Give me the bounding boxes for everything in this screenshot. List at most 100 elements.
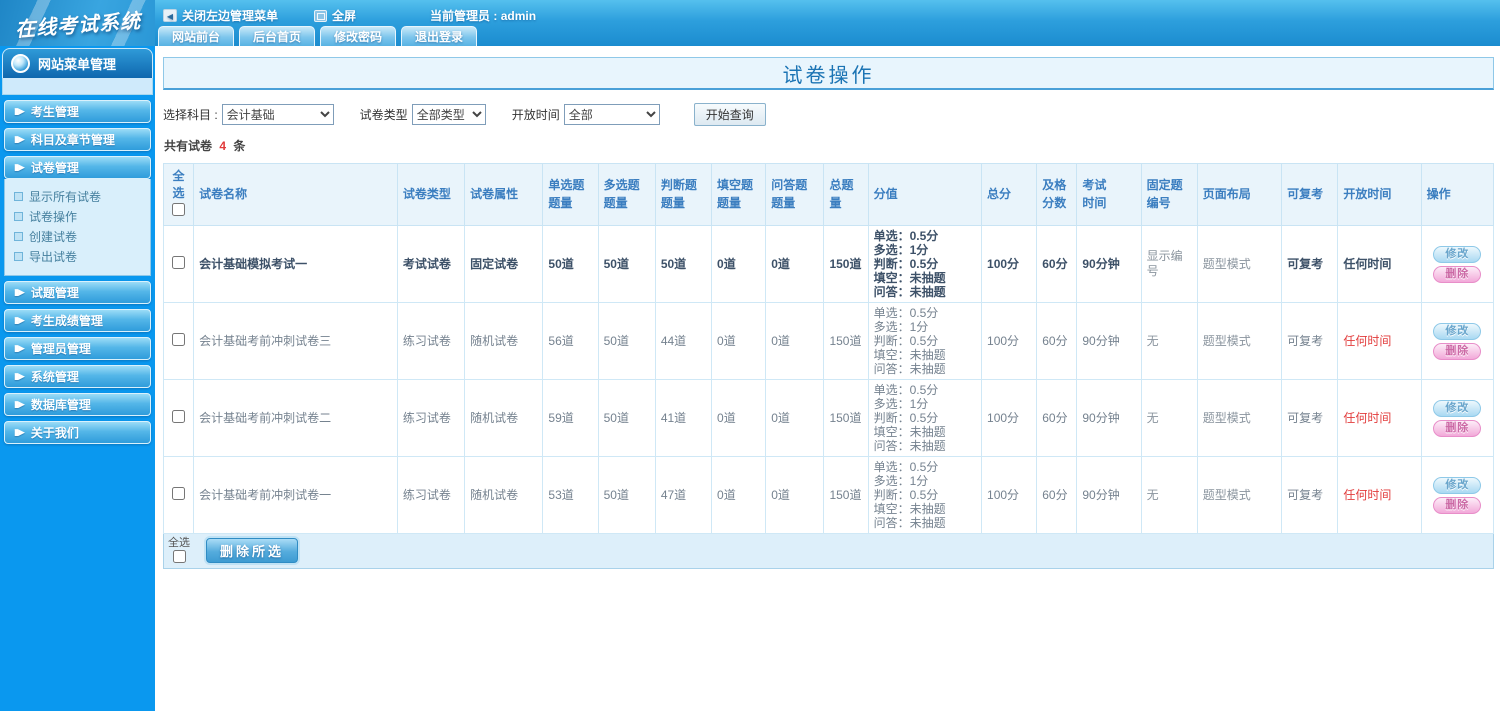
col-header-0: 全选	[162, 162, 195, 227]
paper-type-select[interactable]: 全部类型	[411, 104, 486, 125]
paper-multi: 50道	[597, 302, 656, 381]
query-button[interactable]: 开始查询	[693, 103, 766, 126]
current-admin-label: 当前管理员 : admin	[430, 9, 537, 23]
sidebar-item-8[interactable]: ▮▶ 关于我们	[4, 421, 151, 444]
select-all-checkbox[interactable]	[172, 202, 186, 216]
delete-button[interactable]: 删除	[1433, 342, 1482, 360]
col-header-17: 开放时间	[1337, 162, 1422, 227]
pass-score: 60分	[1036, 379, 1078, 458]
actions-cell: 修改 删除	[1420, 225, 1495, 304]
delete-button[interactable]: 删除	[1433, 419, 1482, 437]
retake: 可复考	[1281, 302, 1339, 381]
paper-single: 59道	[542, 379, 599, 458]
score-breakdown: 单选：0.5分 多选：1分 判断：0.5分 填空：未抽题 问答：未抽题	[867, 379, 983, 458]
paper-qa: 0道	[765, 379, 825, 458]
menu-arrow-icon: ▮▶	[14, 343, 25, 353]
total-score: 100分	[981, 379, 1038, 458]
row-checkbox[interactable]	[172, 409, 186, 423]
delete-selected-button[interactable]: 删除所选	[206, 537, 299, 563]
fullscreen-label: 全屏	[332, 9, 357, 23]
edit-button[interactable]: 修改	[1433, 322, 1482, 340]
paper-multi: 50道	[597, 225, 656, 304]
paper-type: 练习试卷	[396, 456, 466, 535]
row-checkbox[interactable]	[172, 332, 186, 346]
edit-button[interactable]: 修改	[1433, 476, 1482, 494]
sidebar-item-label: 科目及章节管理	[30, 133, 115, 147]
row-checkbox-cell	[162, 379, 195, 458]
paper-single: 56道	[542, 302, 599, 381]
nav-tab-3[interactable]: 退出登录	[401, 26, 478, 46]
fullscreen-link[interactable]: 全屏	[314, 7, 356, 24]
open-time-select[interactable]: 全部	[563, 104, 660, 125]
nav-tabs: 网站前台 后台首页 修改密码 退出登录	[158, 26, 478, 46]
actions-cell: 修改 删除	[1420, 379, 1495, 458]
bullet-square-icon	[14, 251, 23, 261]
submenu-item[interactable]: 导出试卷	[14, 246, 146, 266]
nav-tab-1[interactable]: 后台首页	[239, 26, 316, 46]
sidebar-item-label: 试题管理	[30, 286, 79, 300]
edit-button[interactable]: 修改	[1433, 399, 1482, 417]
select-all-header-label: 全选	[172, 169, 185, 201]
menu-arrow-icon: ▮▶	[14, 371, 25, 381]
paper-qa: 0道	[765, 302, 825, 381]
summary-count: 4	[219, 139, 227, 153]
subject-select[interactable]: 会计基础	[221, 104, 334, 125]
paper-type: 练习试卷	[396, 302, 466, 381]
sidebar-item-4[interactable]: ▮▶ 考生成绩管理	[4, 309, 151, 332]
page-layout: 题型模式	[1196, 456, 1283, 535]
fixed-number: 无	[1140, 456, 1198, 535]
menu-arrow-icon: ▮▶	[14, 106, 25, 116]
paper-total: 150道	[823, 302, 869, 381]
col-header-5: 多选题 题量	[597, 162, 656, 227]
col-header-8: 问答题 题量	[765, 162, 825, 227]
paper-judge: 41道	[654, 379, 713, 458]
app: 在线考试系统 ◀ 关闭左边管理菜单 全屏 当前管理员 : admin 网站前台后…	[0, 0, 1500, 711]
score-breakdown: 单选：0.5分 多选：1分 判断：0.5分 填空：未抽题 问答：未抽题	[867, 225, 983, 304]
sidebar-item-7[interactable]: ▮▶ 数据库管理	[4, 393, 151, 416]
submenu-item-label: 显示所有试卷	[29, 189, 102, 204]
collapse-menu-link[interactable]: ◀ 关闭左边管理菜单	[163, 7, 278, 24]
nav-tab-0[interactable]: 网站前台	[158, 26, 235, 46]
table-row-3: 会计基础考前冲刺试卷一 练习试卷 随机试卷 53道 50道 47道 0道 0道 150道 单选：0…	[162, 456, 1495, 535]
paper-name: 会计基础模拟考试一	[193, 225, 398, 304]
edit-button[interactable]: 修改	[1433, 245, 1482, 263]
row-checkbox[interactable]	[172, 255, 186, 269]
col-header-3: 试卷属性	[464, 162, 544, 227]
row-checkbox[interactable]	[172, 486, 186, 500]
sidebar-item-0[interactable]: ▮▶ 考生管理	[4, 100, 151, 123]
col-header-13: 考试 时间	[1076, 162, 1142, 227]
sidebar-item-5[interactable]: ▮▶ 管理员管理	[4, 337, 151, 360]
submenu-item[interactable]: 试卷操作	[14, 206, 146, 226]
delete-button[interactable]: 删除	[1433, 265, 1482, 283]
sidebar-item-3[interactable]: ▮▶ 试题管理	[4, 281, 151, 304]
table-row-1: 会计基础考前冲刺试卷三 练习试卷 随机试卷 56道 50道 44道 0道 0道 150道 单选：0…	[162, 302, 1495, 381]
sidebar-item-6[interactable]: ▮▶ 系统管理	[4, 365, 151, 388]
submenu-item[interactable]: 创建试卷	[14, 226, 146, 246]
page-layout: 题型模式	[1196, 302, 1283, 381]
select-all-footer-checkbox[interactable]	[172, 550, 186, 564]
time-filter-label: 开放时间	[511, 108, 560, 122]
bullet-square-icon	[14, 231, 23, 241]
bullet-square-icon	[14, 191, 23, 201]
exam-duration: 90分钟	[1076, 302, 1142, 381]
summary-suffix: 条	[233, 139, 246, 153]
select-all-label: 全选	[168, 537, 190, 550]
delete-button[interactable]: 删除	[1433, 496, 1482, 514]
fixed-number: 无	[1140, 302, 1198, 381]
paper-blank: 0道	[711, 456, 767, 535]
menu-globe-icon	[11, 54, 30, 73]
paper-multi: 50道	[597, 456, 656, 535]
col-header-6: 判断题 题量	[654, 162, 713, 227]
submenu-item[interactable]: 显示所有试卷	[14, 186, 146, 206]
col-header-11: 总分	[981, 162, 1038, 227]
open-time: 任何时间	[1337, 456, 1422, 535]
paper-attr: 随机试卷	[464, 379, 544, 458]
filter-bar: 选择科目 : 会计基础 试卷类型 全部类型 开放时间 全部 开始查询	[163, 103, 1494, 126]
paper-blank: 0道	[711, 225, 767, 304]
sidebar-item-2[interactable]: ▮▶ 试卷管理	[4, 156, 151, 179]
page-title-banner: 试卷操作	[163, 57, 1494, 90]
col-header-12: 及格 分数	[1036, 162, 1078, 227]
sidebar-divider	[2, 78, 153, 95]
nav-tab-2[interactable]: 修改密码	[320, 26, 397, 46]
sidebar-item-1[interactable]: ▮▶ 科目及章节管理	[4, 128, 151, 151]
